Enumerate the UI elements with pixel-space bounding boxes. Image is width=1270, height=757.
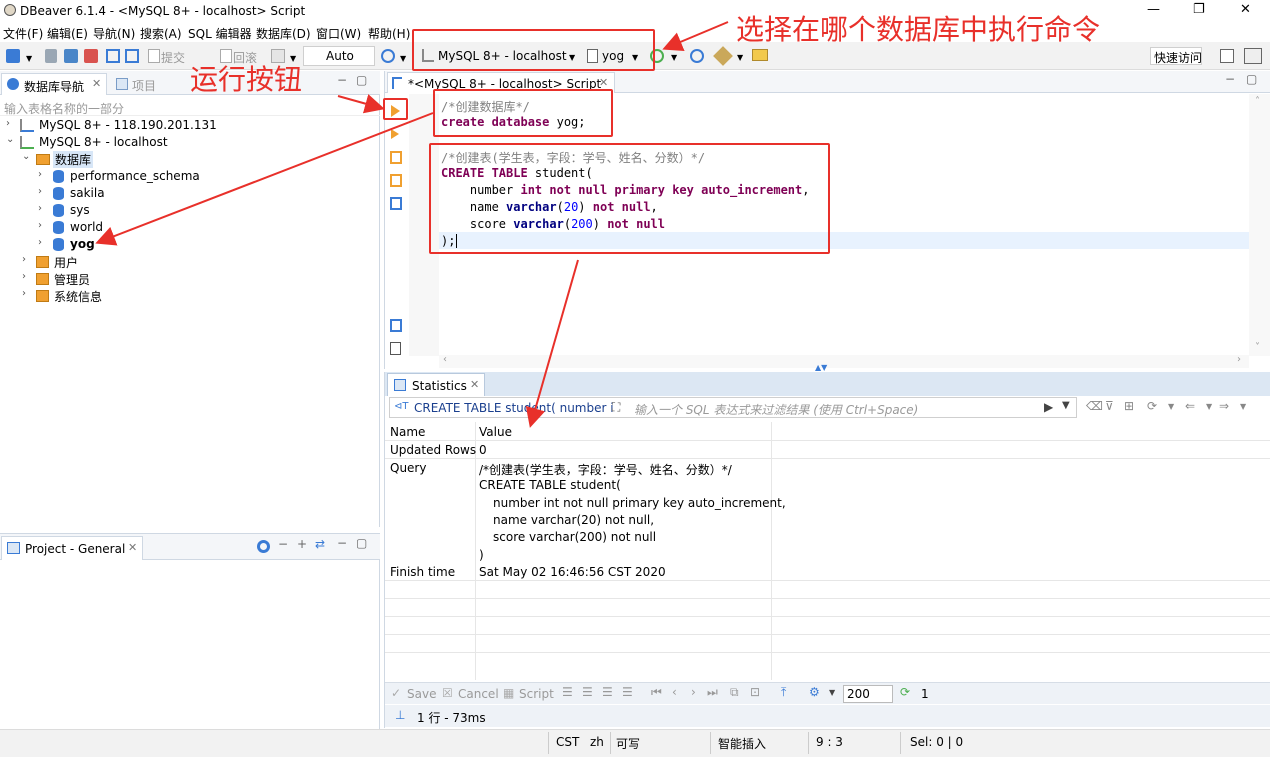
annotation-arrows [95,21,729,428]
arrow-to-run-button [337,94,385,114]
arrow-to-results [525,259,579,428]
arrow-to-yog-db [95,112,434,246]
dbeaver-window: DBeaver 6.1.4 - <MySQL 8+ - localhost> S… [0,0,1270,757]
arrow-to-connection [662,21,729,52]
